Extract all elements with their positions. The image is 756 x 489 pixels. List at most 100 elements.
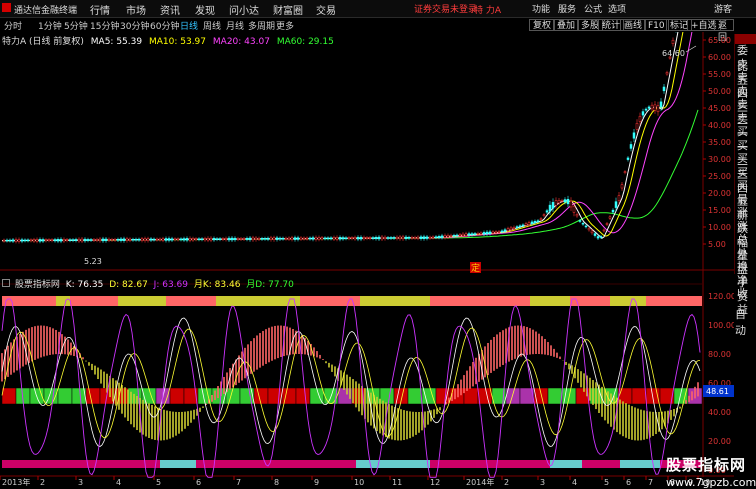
period-60min[interactable]: 60分钟: [150, 19, 179, 32]
ma60-line: [2, 109, 699, 242]
menu-trade[interactable]: 交易: [316, 2, 336, 17]
price-tick-label: 55.00: [708, 70, 731, 79]
candle-body: [365, 237, 369, 239]
candle-body: [56, 239, 60, 242]
price-tick-label: 45.00: [708, 104, 731, 113]
candle-body: [203, 238, 207, 241]
menu-formula[interactable]: 公式: [584, 2, 602, 15]
date-axis: 2013年 2 3 4 5 6 7 8 9 10 11 12 2014年 2 3 4 5 6 7 8 9 10: [0, 476, 710, 487]
menu-market-quotes[interactable]: 行情: [90, 2, 110, 17]
candle-body: [518, 225, 522, 228]
period-intraday[interactable]: 分时: [4, 19, 22, 32]
indicator-legend: 股票指标网 K: 76.35 D: 82.67 J: 63.69 月K: 83.…: [2, 277, 294, 290]
kline-chart[interactable]: 65.0060.0055.0050.0045.0040.0035.0030.00…: [0, 32, 734, 487]
candle-body: [560, 200, 564, 202]
period-multi[interactable]: 多周期: [248, 19, 275, 32]
period-15min[interactable]: 15分钟: [90, 19, 119, 32]
candle-body: [242, 238, 246, 240]
candle-body: [272, 237, 276, 240]
candle-body: [323, 237, 327, 240]
menu-discover[interactable]: 发现: [195, 2, 215, 17]
indicator-name[interactable]: 股票指标网: [15, 280, 60, 290]
period-30min[interactable]: 30分钟: [120, 19, 149, 32]
price-tick-label: 10.00: [708, 223, 731, 232]
candle-body: [302, 237, 306, 240]
stock-title: 特 力A: [474, 6, 502, 16]
back-button[interactable]: 返回: [714, 19, 734, 43]
candle-body: [332, 237, 336, 240]
candle-body: [638, 115, 642, 122]
candle-body: [218, 238, 222, 240]
candle-body: [35, 239, 39, 242]
candle-body: [68, 239, 72, 241]
signal-cell: [631, 387, 647, 405]
f10-button[interactable]: F10: [644, 19, 669, 31]
menu-news[interactable]: 资讯: [160, 2, 180, 17]
adjust-button[interactable]: 复权: [529, 19, 556, 31]
candle-body: [455, 234, 459, 237]
candle-body: [536, 220, 540, 222]
candle-body: [524, 223, 528, 226]
candle-body: [329, 237, 333, 240]
candle-body: [266, 237, 270, 240]
candle-body: [368, 237, 372, 239]
candle-body: [374, 237, 378, 240]
candle-body: [293, 237, 297, 240]
monthly-d-value: 月D: 77.70: [246, 280, 294, 290]
signal-cell: [379, 387, 395, 405]
guest-user[interactable]: 游客: [714, 2, 732, 15]
auto-scale-label[interactable]: 自动: [735, 306, 756, 338]
candle-body: [461, 233, 465, 237]
period-daily[interactable]: 日线: [180, 19, 198, 32]
candle-body: [5, 239, 9, 242]
date-label: 2: [40, 478, 45, 487]
candle-body: [236, 238, 240, 240]
indicator-toggle-icon[interactable]: [2, 279, 10, 287]
menu-market[interactable]: 市场: [126, 2, 146, 17]
candle-body: [458, 234, 462, 237]
high-arrow-icon: [685, 45, 697, 53]
candle-body: [134, 238, 138, 241]
candle-body: [122, 238, 126, 242]
menu-wealth-circle[interactable]: 财富圈: [273, 2, 303, 17]
top-band-segment: [530, 296, 570, 306]
candle-body: [446, 235, 450, 238]
candle-body: [311, 237, 315, 240]
candle-body: [443, 235, 447, 238]
watermark: 股票指标网 www.7gpzb.com: [666, 454, 756, 489]
candle-body: [305, 237, 309, 240]
menu-options[interactable]: 选项: [608, 2, 626, 15]
period-more[interactable]: 更多: [276, 19, 294, 32]
period-weekly[interactable]: 周线: [203, 19, 221, 32]
candle-body: [260, 238, 264, 240]
login-warning[interactable]: 证券交易未登录: [414, 2, 477, 15]
date-label: 9: [314, 478, 319, 487]
top-band-segment: [360, 296, 430, 306]
overlay-button[interactable]: 叠加: [553, 19, 580, 31]
drawing-button[interactable]: 画线: [620, 19, 647, 31]
candle-body: [197, 238, 201, 240]
menu-ask-xiaoda[interactable]: 问小达: [229, 2, 259, 17]
candle-body: [221, 238, 225, 240]
menu-services[interactable]: 服务: [558, 2, 576, 15]
date-label: 2013年: [2, 477, 30, 487]
candle-body: [125, 238, 129, 241]
candle-body: [431, 236, 435, 239]
candle-body: [596, 236, 600, 239]
period-monthly[interactable]: 月线: [226, 19, 244, 32]
candle-body: [386, 237, 390, 239]
candle-body: [152, 238, 156, 241]
price-tick-label: 65.00: [708, 36, 731, 45]
low-price-label: 5.23: [84, 257, 102, 266]
ma10-line: [2, 32, 684, 242]
candle-body: [389, 237, 393, 239]
candle-body: [371, 237, 375, 239]
period-5min[interactable]: 5分钟: [64, 19, 88, 32]
candle-body: [494, 231, 498, 234]
indicator-tick-label: 20.00: [708, 437, 731, 446]
candle-body: [449, 235, 453, 237]
period-1min[interactable]: 1分钟: [38, 19, 62, 32]
menu-functions[interactable]: 功能: [532, 2, 550, 15]
top-band-segment: [216, 296, 300, 306]
candle-body: [410, 237, 414, 239]
